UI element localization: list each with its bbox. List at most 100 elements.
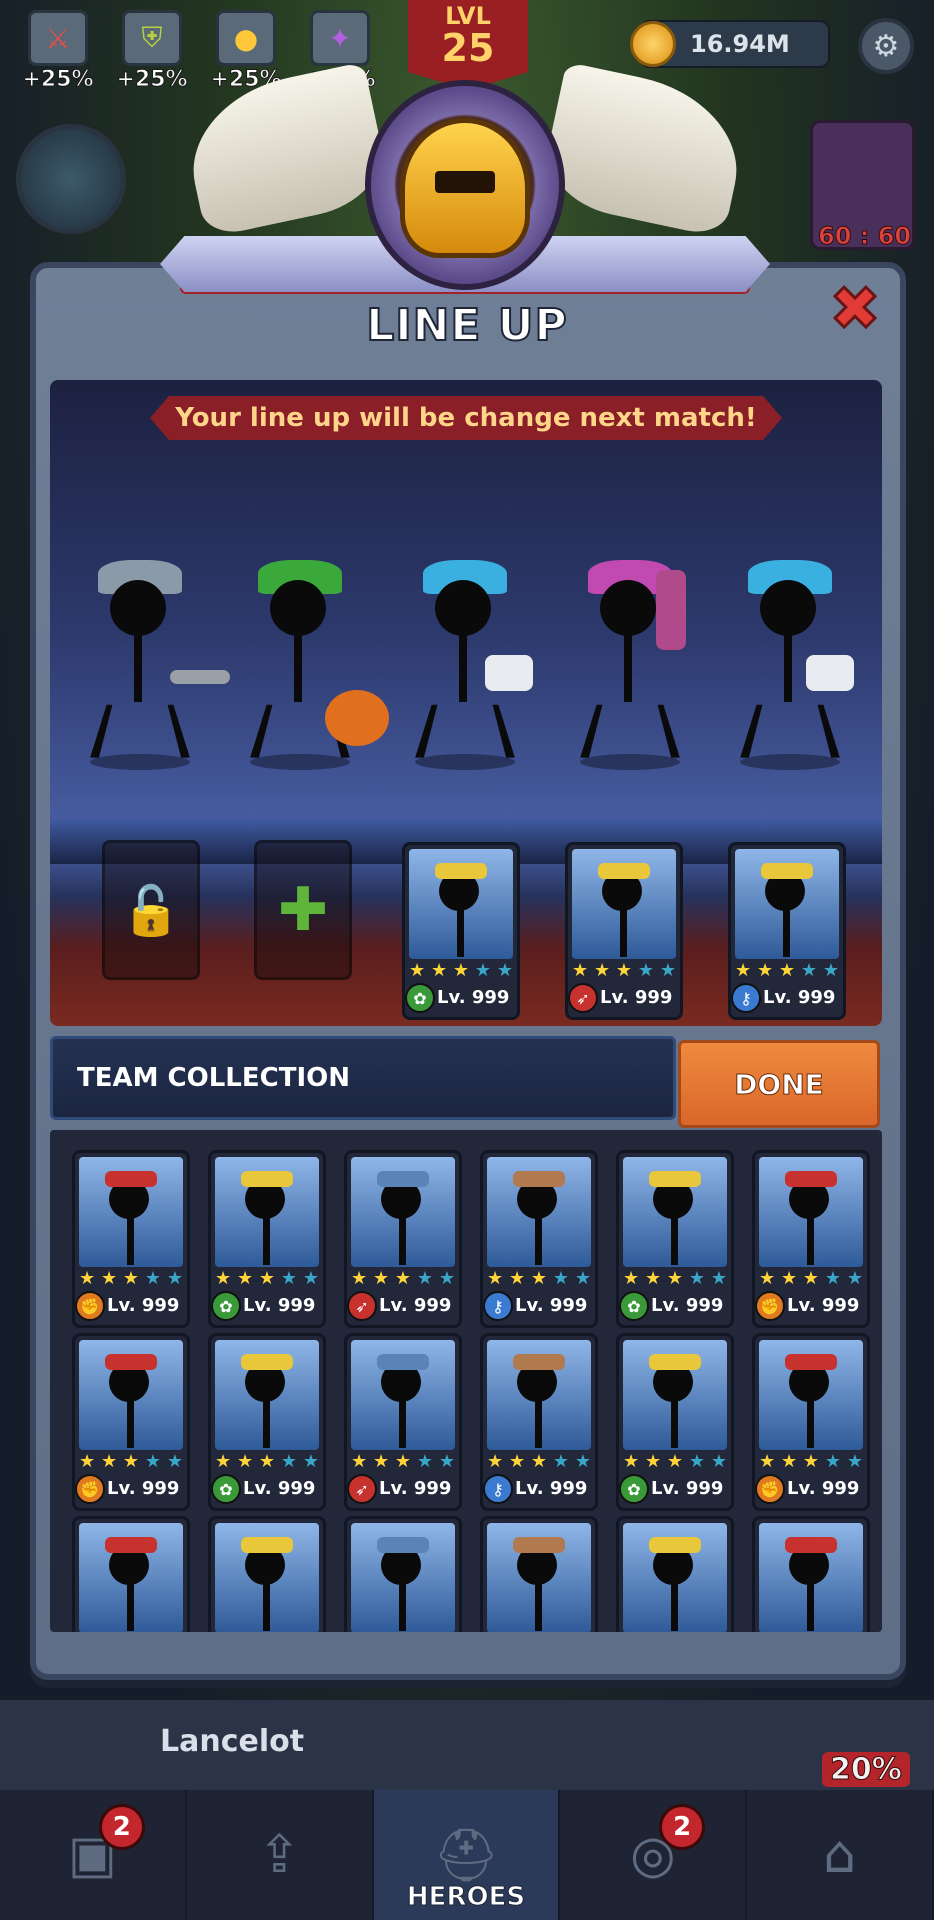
star-empty-icon: ★ <box>574 1451 591 1472</box>
hero-card[interactable]: ★ ★ ★ ★ ★ ✿ Lv. 999 <box>616 1333 734 1511</box>
hero-head <box>270 580 326 636</box>
team-collection-tab[interactable]: TEAM COLLECTION <box>50 1036 676 1120</box>
add-hero-slot[interactable]: ✚ <box>254 840 352 980</box>
hero-card[interactable]: ★★★★★ <box>480 1516 598 1632</box>
nav-upgrade-book[interactable]: ⇪ <box>187 1790 374 1920</box>
star-empty-icon: ★ <box>416 1451 433 1472</box>
star-filled-icon: ★ <box>666 1268 684 1289</box>
star-empty-icon: ★ <box>688 1268 705 1289</box>
hero-headgear-icon <box>649 1354 701 1370</box>
nav-castle[interactable]: ⌂ <box>747 1790 934 1920</box>
hero-portrait <box>759 1157 863 1267</box>
star-empty-icon: ★ <box>846 1268 863 1289</box>
settings-gear-icon[interactable]: ⚙ <box>858 18 914 74</box>
star-filled-icon: ★ <box>100 1451 118 1472</box>
hero-card[interactable]: ★ ★ ★ ★ ★ ✊ Lv. 999 <box>752 1333 870 1511</box>
star-filled-icon: ★ <box>258 1268 276 1289</box>
star-empty-icon: ★ <box>438 1268 455 1289</box>
star-filled-icon: ★ <box>759 1268 776 1289</box>
hero-card[interactable]: ★ ★ ★ ★ ★ ✿ Lv. 999 <box>208 1333 326 1511</box>
star-filled-icon: ★ <box>615 960 633 981</box>
hero-body <box>263 1581 270 1631</box>
locked-slot[interactable]: 🔓 <box>102 840 200 980</box>
hero-card[interactable]: ★ ★ ★ ★ ★ ⚷ Lv. 999 <box>728 842 846 1020</box>
hero-card[interactable]: ★ ★ ★ ★ ★ ⚷ Lv. 999 <box>480 1333 598 1511</box>
hero-level: Lv. 999 <box>515 1478 588 1499</box>
bottom-navigation: ▣ 2 ⇪ ⛑ HEROES ◎ 2 ⌂ <box>0 1790 934 1920</box>
helmet-icon: ⛑ <box>432 1825 499 1886</box>
stage-hero-3 <box>395 560 535 770</box>
star-filled-icon: ★ <box>780 1268 798 1289</box>
star-filled-icon: ★ <box>215 1268 232 1289</box>
hero-portrait <box>759 1523 863 1632</box>
star-empty-icon: ★ <box>302 1268 319 1289</box>
hero-portrait <box>572 849 676 959</box>
star-filled-icon: ★ <box>122 1268 140 1289</box>
nav-label: HEROES <box>406 1882 526 1913</box>
hero-body <box>399 1398 406 1448</box>
hero-portrait <box>215 1340 319 1450</box>
hero-card[interactable]: ★ ★ ★ ★ ★ ✿ Lv. 999 <box>402 842 520 1020</box>
shield-icon: ⛨ <box>122 10 182 66</box>
star-empty-icon: ★ <box>688 1451 705 1472</box>
exp-icon: ✦ <box>310 10 370 66</box>
spellbook-icon <box>485 655 533 691</box>
star-rating: ★ ★ ★ ★ ★ <box>735 961 839 981</box>
hero-card[interactable]: ★★★★★ <box>344 1516 462 1632</box>
wrench-prop-icon <box>170 670 230 684</box>
attack-bonus[interactable]: ⚔ +25% <box>18 10 98 93</box>
hero-card[interactable]: ★ ★ ★ ★ ★ ✿ Lv. 999 <box>616 1150 734 1328</box>
hero-body <box>671 1581 678 1631</box>
hero-level: Lv. 999 <box>107 1295 180 1316</box>
hero-card[interactable]: ★ ★ ★ ★ ★ ➶ Lv. 999 <box>344 1333 462 1511</box>
hero-class-icon: ✿ <box>211 1291 241 1321</box>
hero-headgear-icon <box>785 1537 837 1553</box>
hero-collection-grid: ★ ★ ★ ★ ★ ✊ Lv. 999 ★ ★ ★ ★ ★ ✿ Lv. 999 ★ ★ ★ ★ ★ ➶ Lv. 999 ★… <box>50 1130 882 1632</box>
star-filled-icon: ★ <box>735 960 752 981</box>
star-filled-icon: ★ <box>351 1268 368 1289</box>
hero-card[interactable]: ★★★★★ <box>208 1516 326 1632</box>
hero-class-icon: ✿ <box>405 983 435 1013</box>
hero-card[interactable]: ★ ★ ★ ★ ★ ✊ Lv. 999 <box>72 1333 190 1511</box>
hero-card[interactable]: ★ ★ ★ ★ ★ ➶ Lv. 999 <box>344 1150 462 1328</box>
hero-level: Lv. 999 <box>763 987 836 1008</box>
hero-card[interactable]: ★ ★ ★ ★ ★ ⚷ Lv. 999 <box>480 1150 598 1328</box>
hero-shadow <box>580 754 680 770</box>
star-filled-icon: ★ <box>351 1451 368 1472</box>
hero-portrait <box>79 1340 183 1450</box>
star-filled-icon: ★ <box>236 1268 254 1289</box>
hero-name: Lancelot <box>160 1724 305 1759</box>
hero-card[interactable]: ★ ★ ★ ★ ★ ✊ Lv. 999 <box>72 1150 190 1328</box>
hero-card[interactable]: ★ ★ ★ ★ ★ ✿ Lv. 999 <box>208 1150 326 1328</box>
hero-card[interactable]: ★ ★ ★ ★ ★ ✊ Lv. 999 <box>752 1150 870 1328</box>
hero-level: Lv. 999 <box>379 1478 452 1499</box>
hero-portrait <box>351 1340 455 1450</box>
star-rating: ★ ★ ★ ★ ★ <box>351 1452 455 1472</box>
nav-chest[interactable]: ▣ 2 <box>0 1790 187 1920</box>
star-empty-icon: ★ <box>144 1451 161 1472</box>
star-filled-icon: ★ <box>759 1451 776 1472</box>
done-button[interactable]: DONE <box>678 1040 880 1128</box>
hero-card[interactable]: ★★★★★ <box>616 1516 734 1632</box>
hero-body <box>127 1581 134 1631</box>
hero-portrait <box>215 1523 319 1632</box>
map-compass-icon[interactable] <box>16 124 126 234</box>
pumpkin-icon <box>325 690 389 746</box>
hero-card[interactable]: ★ ★ ★ ★ ★ ➶ Lv. 999 <box>565 842 683 1020</box>
star-filled-icon: ★ <box>644 1451 662 1472</box>
nav-gear-shield[interactable]: ◎ 2 <box>560 1790 748 1920</box>
hero-portrait <box>409 849 513 959</box>
hero-body <box>535 1215 542 1265</box>
star-filled-icon: ★ <box>372 1451 390 1472</box>
notification-badge: 2 <box>98 1804 145 1850</box>
star-filled-icon: ★ <box>236 1451 254 1472</box>
hero-card[interactable]: ★★★★★ <box>72 1516 190 1632</box>
star-rating: ★ ★ ★ ★ ★ <box>487 1452 591 1472</box>
hero-shadow <box>740 754 840 770</box>
hero-head <box>600 580 656 636</box>
star-rating: ★ ★ ★ ★ ★ <box>351 1269 455 1289</box>
hero-portrait <box>623 1340 727 1450</box>
nav-helmet[interactable]: ⛑ HEROES <box>373 1790 561 1920</box>
star-rating: ★ ★ ★ ★ ★ <box>623 1452 727 1472</box>
hero-card[interactable]: ★★★★★ <box>752 1516 870 1632</box>
